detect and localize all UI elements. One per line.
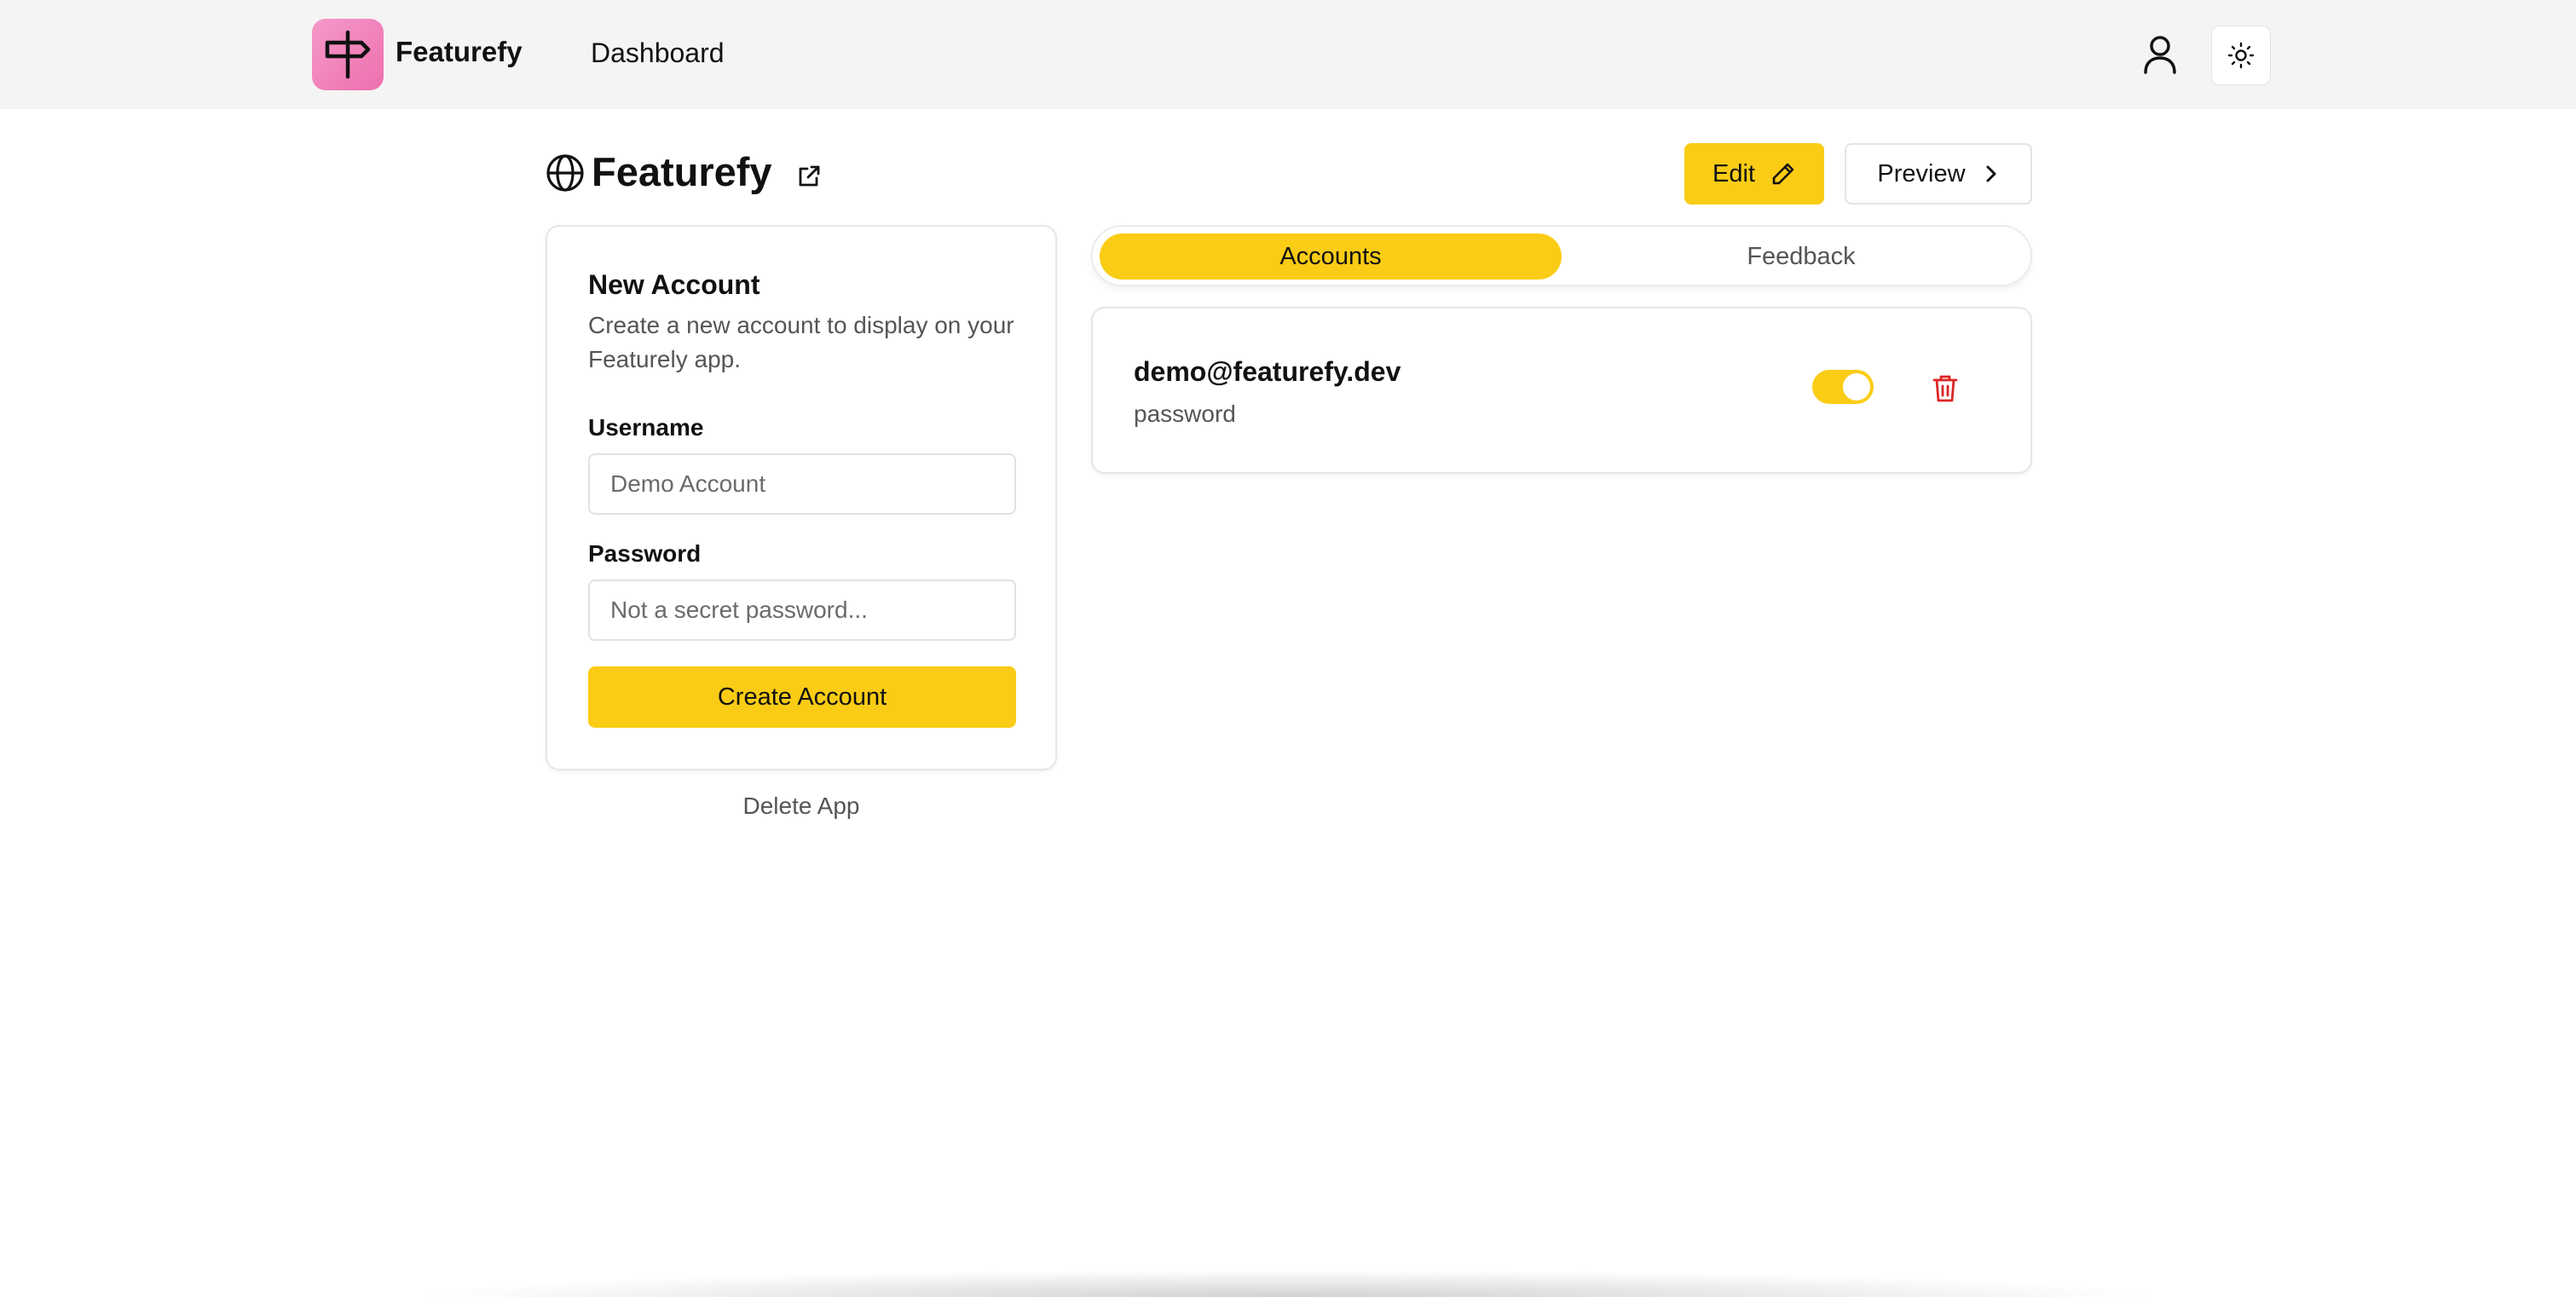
preview-button-label: Preview — [1877, 159, 1966, 187]
password-input[interactable] — [588, 579, 1016, 641]
account-password: password — [1134, 401, 1236, 427]
account-username: demo@featurefy.dev — [1134, 356, 1401, 387]
brand-name[interactable]: Featurefy — [396, 36, 523, 68]
account-enabled-toggle[interactable] — [1812, 370, 1874, 404]
window-bottom-shadow — [409, 1270, 2165, 1297]
preview-button[interactable]: Preview — [1845, 143, 2032, 205]
app-logo[interactable] — [312, 19, 384, 90]
nav-dashboard-link[interactable]: Dashboard — [591, 37, 725, 69]
edit-button-label: Edit — [1713, 159, 1755, 187]
external-link-icon[interactable] — [796, 164, 822, 189]
delete-app-button[interactable]: Delete App — [546, 793, 1057, 820]
password-label: Password — [588, 540, 702, 567]
globe-icon — [546, 154, 584, 192]
pencil-icon — [1772, 163, 1794, 185]
username-label: Username — [588, 414, 704, 441]
tab-feedback[interactable]: Feedback — [1570, 233, 2032, 280]
username-input[interactable] — [588, 453, 1016, 515]
toggle-knob — [1843, 373, 1870, 401]
theme-toggle-button[interactable] — [2211, 26, 2271, 85]
trash-icon[interactable] — [1932, 373, 1959, 404]
new-account-heading: New Account — [588, 269, 760, 300]
tab-accounts[interactable]: Accounts — [1100, 233, 1562, 280]
account-card: demo@featurefy.dev password — [1091, 307, 2032, 474]
user-button[interactable] — [2138, 32, 2182, 77]
sun-icon — [2227, 42, 2255, 69]
edit-button[interactable]: Edit — [1684, 143, 1824, 205]
new-account-description: Create a new account to display on your … — [588, 312, 1014, 372]
top-navbar: Featurefy Dashboard — [0, 0, 2576, 109]
user-icon — [2144, 36, 2176, 74]
page-title: Featurefy — [592, 149, 772, 194]
chevron-right-icon — [1986, 165, 1996, 182]
create-account-button[interactable]: Create Account — [588, 666, 1016, 728]
new-account-card: New Account Create a new account to disp… — [546, 225, 1057, 770]
signpost-icon — [325, 30, 371, 79]
tab-bar: Accounts Feedback — [1091, 225, 2032, 286]
